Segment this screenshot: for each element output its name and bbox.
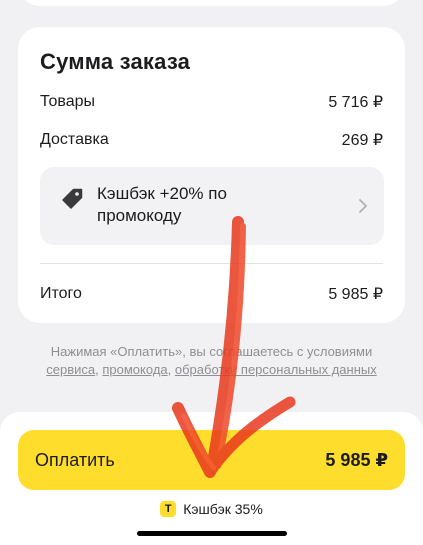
- pay-amount: 5 985 ₽: [325, 449, 388, 470]
- bank-logo-icon: Т: [160, 501, 177, 517]
- terms-link-personal-data[interactable]: обработки персональных данных: [175, 362, 377, 377]
- goods-label: Товары: [40, 93, 96, 110]
- goods-row: Товары 5 716 ₽: [40, 92, 383, 112]
- order-summary-card: Сумма заказа Товары 5 716 ₽ Доставка 269…: [18, 27, 405, 323]
- promo-text: Кэшбэк +20% по промокоду: [97, 184, 227, 225]
- goods-value: 5 716 ₽: [328, 94, 383, 111]
- divider: [40, 263, 383, 264]
- home-indicator: [137, 531, 287, 536]
- promo-cashback-item[interactable]: Кэшбэк +20% по промокоду: [40, 167, 384, 245]
- terms-prefix: Нажимая «Оплатить», вы соглашаетесь с ус…: [50, 344, 373, 359]
- total-row: Итого 5 985 ₽: [40, 284, 383, 304]
- terms-link-service[interactable]: сервиса: [46, 362, 95, 377]
- terms-separator: ,: [167, 362, 175, 377]
- delivery-row: Доставка 269 ₽: [40, 130, 383, 150]
- total-label: Итого: [40, 285, 82, 302]
- price-tag-icon: [62, 188, 83, 209]
- terms-link-promo[interactable]: промокода: [102, 362, 167, 377]
- cashback-text: Кэшбэк 35%: [183, 501, 263, 517]
- delivery-label: Доставка: [40, 131, 109, 148]
- delivery-value: 269 ₽: [341, 132, 383, 149]
- total-value: 5 985 ₽: [328, 286, 383, 303]
- terms-notice: Нажимая «Оплатить», вы соглашаетесь с ус…: [10, 343, 413, 379]
- pay-button-label: Оплатить: [35, 449, 115, 470]
- pay-button[interactable]: Оплатить 5 985 ₽: [18, 430, 405, 490]
- previous-card: [18, 0, 405, 6]
- summary-title: Сумма заказа: [40, 49, 191, 74]
- cashback-info: Т Кэшбэк 35%: [0, 501, 423, 517]
- chevron-right-icon: [359, 199, 367, 213]
